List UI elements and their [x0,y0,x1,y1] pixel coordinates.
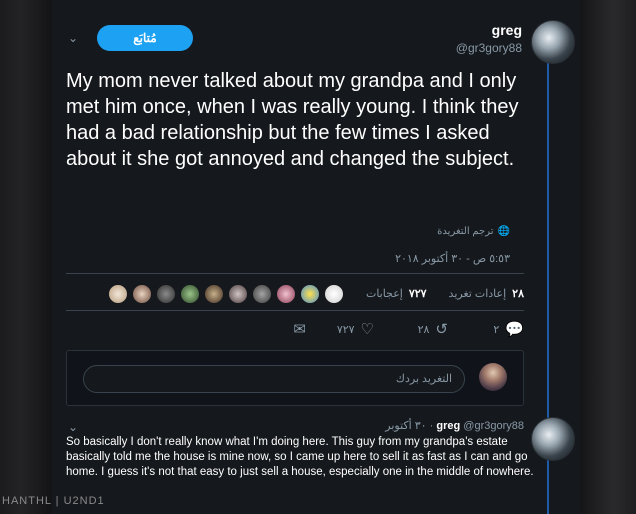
liker-avatar[interactable] [276,284,296,304]
liker-avatars [108,284,344,304]
liker-avatar[interactable] [156,284,176,304]
liker-avatar[interactable] [252,284,272,304]
tweet-timestamp[interactable]: ٥:٥٣ ص - ٣٠ أكتوبر ٢٠١٨ [395,252,510,265]
background-right [580,0,636,514]
watermark: HANTHL | U2ND1 [2,495,105,507]
heart-icon: ♡ [360,321,374,338]
liker-avatar[interactable] [300,284,320,304]
liker-avatar[interactable] [204,284,224,304]
liker-avatar[interactable] [108,284,128,304]
liker-avatar[interactable] [324,284,344,304]
reply-tweet-text: So basically I don't really know what I'… [66,436,534,478]
liker-avatar[interactable] [228,284,248,304]
reply-input[interactable]: التغريد بردك [83,365,465,393]
reply-author-avatar[interactable] [531,417,575,461]
following-button[interactable]: مُتابَع [97,25,193,51]
liker-avatar[interactable] [180,284,200,304]
chevron-down-icon[interactable]: ⌄ [68,31,78,45]
author-avatar[interactable] [531,20,575,64]
tweet-text: My mom never talked about my grandpa and… [66,70,519,170]
reply-composer: التغريد بردك [66,350,524,406]
reply-icon: 💬 [505,321,524,338]
author-username[interactable]: greg [492,22,522,38]
reply-date[interactable]: ٣٠ أكتوبر [385,420,426,432]
retweets-label[interactable]: إعادات تغريد [449,287,507,300]
liker-avatar[interactable] [132,284,152,304]
like-action[interactable]: ٧٢٧ ♡ [337,320,374,338]
reply-action[interactable]: ٢ 💬 [493,320,524,338]
translate-label: ترجم التغريدة [437,226,494,237]
likes-label[interactable]: إعجابات [366,287,403,300]
reply-count: ٢ [493,323,500,336]
background-left [0,0,52,514]
current-user-avatar[interactable] [479,363,507,391]
retweets-count[interactable]: ٢٨ [512,287,524,300]
retweet-icon: ↺ [435,321,448,338]
translate-tweet-link[interactable]: 🌐 ترجم التغريدة [437,226,510,237]
direct-message-action[interactable]: ✉ [293,320,306,338]
mail-icon: ✉ [293,321,306,338]
retweet-count: ٢٨ [417,323,430,336]
reply-author-handle[interactable]: @gr3gory88 [463,420,524,432]
like-count: ٧٢٧ [336,323,355,336]
chevron-down-icon[interactable]: ⌄ [68,420,78,434]
tweet-stats: ٢٨ إعادات تغريد ٧٢٧ إعجابات [366,287,524,300]
divider-top [66,273,524,274]
globe-icon: 🌐 [497,226,510,237]
likes-count[interactable]: ٧٢٧ [409,287,427,300]
divider-bottom [66,310,524,311]
reply-tweet-header: greg @gr3gory88 · ٣٠ أكتوبر [385,420,524,432]
reply-author-username[interactable]: greg [436,420,460,432]
retweet-action[interactable]: ٢٨ ↺ [418,320,448,338]
author-handle[interactable]: @gr3gory88 [456,41,522,55]
